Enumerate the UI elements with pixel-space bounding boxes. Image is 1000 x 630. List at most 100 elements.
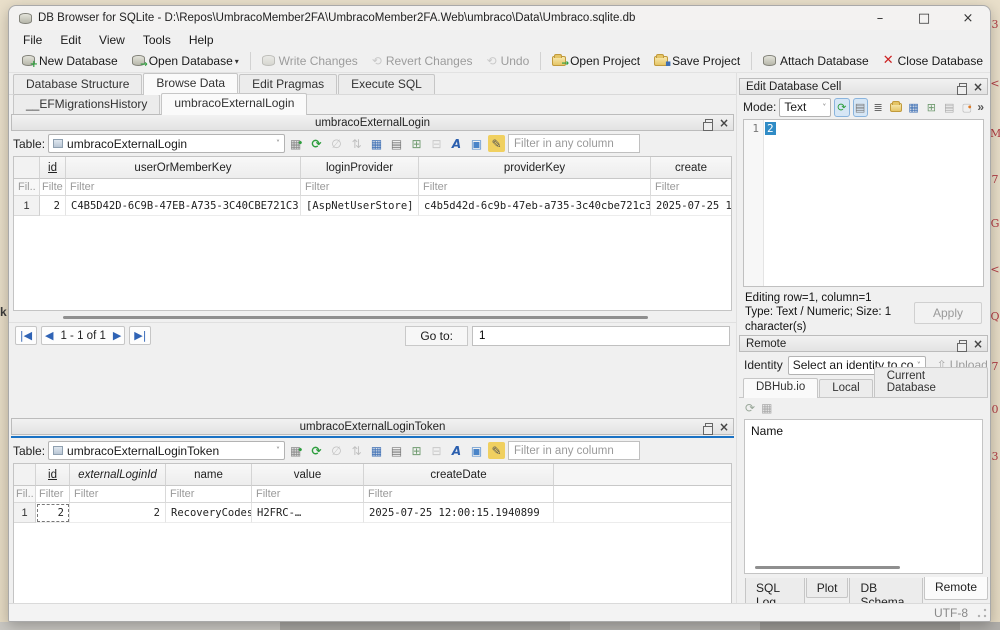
float-panel-icon[interactable] xyxy=(959,340,967,347)
refresh-remote-icon[interactable]: ⟳ xyxy=(745,402,755,414)
refresh-icon[interactable]: ⟳ xyxy=(308,442,325,459)
goto-record-input[interactable] xyxy=(472,326,730,346)
column-header-externalloginid[interactable]: externalLoginId xyxy=(70,464,166,486)
open-project-button[interactable]: Open Project xyxy=(545,52,647,70)
table-select[interactable]: umbracoExternalLogin ˅ xyxy=(48,134,285,153)
delete-row-icon[interactable]: ⊟ xyxy=(428,442,445,459)
format-toolbar-icon[interactable]: A xyxy=(448,442,465,459)
filter-input[interactable] xyxy=(66,179,300,195)
remote-list-scrollbar[interactable] xyxy=(747,563,980,572)
filter-input[interactable] xyxy=(166,486,251,502)
revert-changes-button[interactable]: ⟲ Revert Changes xyxy=(365,52,480,70)
cell-id[interactable]: 2 xyxy=(40,196,66,216)
print-cell-icon[interactable]: ▤ xyxy=(942,98,957,117)
tab-umbracoexternallogin[interactable]: umbracoExternalLogin xyxy=(161,93,307,115)
image-mode-icon[interactable]: ▣ xyxy=(468,442,485,459)
panel2-header[interactable]: umbracoExternalLoginToken × xyxy=(11,418,734,435)
filter-input-id[interactable] xyxy=(14,179,39,195)
filter-input[interactable] xyxy=(40,179,65,195)
insert-row-icon[interactable]: ⊞ xyxy=(408,442,425,459)
corner-header[interactable] xyxy=(14,464,36,486)
print-icon[interactable]: ▤ xyxy=(388,442,405,459)
remote-database-list[interactable]: Name xyxy=(744,419,983,574)
tab-database-structure[interactable]: Database Structure xyxy=(13,74,142,94)
tab-dbhubio[interactable]: DBHub.io xyxy=(743,378,818,398)
column-header-createdate[interactable]: createDate xyxy=(364,464,554,486)
filter-input[interactable] xyxy=(252,486,363,502)
format-toolbar-icon[interactable]: A xyxy=(448,135,465,152)
filter-any-column-input[interactable] xyxy=(508,134,640,153)
menu-view[interactable]: View xyxy=(91,32,133,48)
column-header-createdate[interactable]: create xyxy=(651,157,731,179)
tab-edit-pragmas[interactable]: Edit Pragmas xyxy=(239,74,337,94)
remote-header[interactable]: Remote × xyxy=(739,335,988,352)
import-file-icon[interactable] xyxy=(888,98,903,117)
next-record-button[interactable]: ▶ xyxy=(113,329,121,342)
row-number[interactable]: 1 xyxy=(14,503,36,523)
insert-row-icon[interactable]: ⊞ xyxy=(408,135,425,152)
edit-cell-header[interactable]: Edit Database Cell × xyxy=(739,78,988,95)
save-results-icon[interactable]: ▦ xyxy=(368,442,385,459)
filter-input[interactable] xyxy=(364,486,553,502)
tab-plot[interactable]: Plot xyxy=(806,578,849,598)
previous-record-button[interactable]: ◀ xyxy=(45,329,53,342)
image-mode-icon[interactable]: ▣ xyxy=(468,135,485,152)
insert-record-icon[interactable]: ▦• xyxy=(288,135,305,152)
resize-grip[interactable] xyxy=(977,608,987,618)
save-results-icon[interactable]: ▦ xyxy=(368,135,385,152)
edit-cell-icon[interactable]: ✎ xyxy=(488,442,505,459)
tab-browse-data[interactable]: Browse Data xyxy=(143,73,238,95)
filter-input[interactable] xyxy=(419,179,650,195)
column-header-id[interactable]: id xyxy=(36,464,70,486)
cell-loginprovider[interactable]: [AspNetUserStore] xyxy=(301,196,419,216)
export-file-icon[interactable]: ▦ xyxy=(906,98,921,117)
cell-userormemberkey[interactable]: C4B5D42D-6C9B-47EB-A735-3C40CBE721C3 xyxy=(66,196,301,216)
float-panel-icon[interactable] xyxy=(705,423,713,430)
filter-any-column-input[interactable] xyxy=(508,441,640,460)
float-panel-icon[interactable] xyxy=(959,83,967,90)
set-null-icon[interactable]: ▢• xyxy=(960,98,975,117)
row-number[interactable]: 1 xyxy=(14,196,40,216)
tab-efmigrationshistory[interactable]: __EFMigrationsHistory xyxy=(13,94,160,114)
cell-createdate[interactable]: 2025-07-25 12: xyxy=(651,196,731,216)
goto-button[interactable]: Go to: xyxy=(405,326,468,346)
panel1-header[interactable]: umbracoExternalLogin × xyxy=(11,114,734,131)
first-record-button[interactable]: |◀ xyxy=(15,326,37,345)
tab-current-database[interactable]: Current Database xyxy=(874,367,988,397)
new-database-button[interactable]: New Database xyxy=(15,52,125,70)
close-button[interactable]: × xyxy=(946,6,990,30)
column-header-userormemberkey[interactable]: userOrMemberKey xyxy=(66,157,301,179)
filter-input[interactable] xyxy=(651,179,731,195)
close-panel-icon[interactable]: × xyxy=(719,117,729,129)
cell-editor[interactable]: 1 2 xyxy=(743,119,984,287)
clear-filters-icon[interactable]: ∅ xyxy=(328,442,345,459)
filter-input[interactable] xyxy=(301,179,418,195)
cell-value[interactable]: H2FRC-… xyxy=(252,503,364,523)
table-row[interactable]: 1 2 C4B5D42D-6C9B-47EB-A735-3C40CBE721C3… xyxy=(14,196,731,216)
minimize-button[interactable]: – xyxy=(858,6,902,30)
filter-input[interactable] xyxy=(70,486,165,502)
menu-edit[interactable]: Edit xyxy=(52,32,89,48)
clear-filters-icon[interactable]: ∅ xyxy=(328,135,345,152)
maximize-button[interactable]: □ xyxy=(902,6,946,30)
delete-row-icon[interactable]: ⊟ xyxy=(428,135,445,152)
column-header-value[interactable]: value xyxy=(252,464,364,486)
list-column-name[interactable]: Name xyxy=(745,420,982,438)
last-record-button[interactable]: ▶| xyxy=(129,326,151,345)
refresh-icon[interactable]: ⟳ xyxy=(308,135,325,152)
column-header-loginprovider[interactable]: loginProvider xyxy=(301,157,419,179)
filter-input[interactable] xyxy=(36,486,69,502)
close-panel-icon[interactable]: × xyxy=(973,338,983,350)
cell-id-selected[interactable]: 2 xyxy=(36,503,70,523)
column-header-name[interactable]: name xyxy=(166,464,252,486)
apply-button[interactable]: Apply xyxy=(914,302,982,324)
word-wrap-icon[interactable]: ≣ xyxy=(871,98,886,117)
column-header-providerkey[interactable]: providerKey xyxy=(419,157,651,179)
insert-record-icon[interactable]: ▦• xyxy=(288,442,305,459)
tab-execute-sql[interactable]: Execute SQL xyxy=(338,74,435,94)
write-changes-button[interactable]: Write Changes xyxy=(255,52,365,70)
cell-providerkey[interactable]: c4b5d42d-6c9b-47eb-a735-3c40cbe721c3 xyxy=(419,196,651,216)
close-panel-icon[interactable]: × xyxy=(973,81,983,93)
clone-database-icon[interactable]: ▦ xyxy=(761,402,772,414)
text-mode-icon[interactable]: ▤ xyxy=(853,98,868,117)
